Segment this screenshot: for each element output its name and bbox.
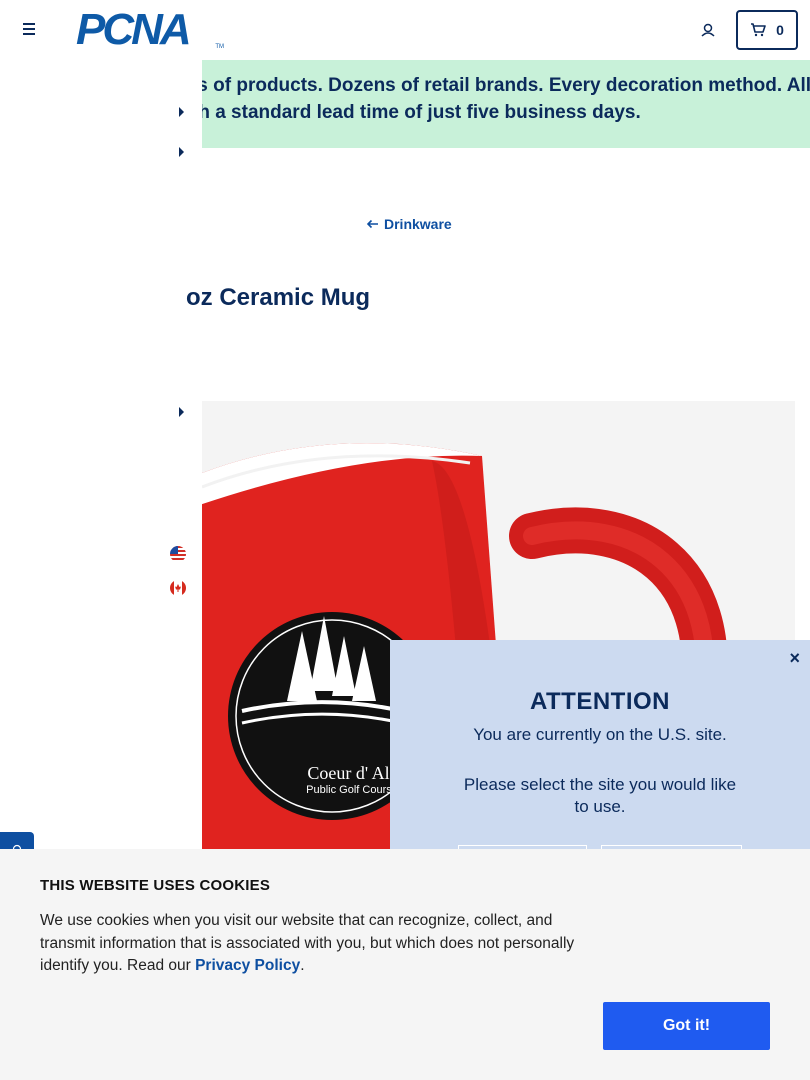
modal-current-site-text: You are currently on the U.S. site. [473, 725, 727, 744]
cart-icon [751, 23, 766, 37]
modal-instruction-text: Please select the site you would like to… [463, 775, 737, 816]
logo-text: PCNA [76, 5, 192, 54]
cart-count: 0 [776, 22, 784, 38]
cookie-title: THIS WEBSITE USES COOKIES [40, 877, 271, 894]
caret-right-icon[interactable] [179, 407, 184, 417]
cookie-body: We use cookies when you visit our websit… [40, 910, 600, 978]
cookie-body-text: We use cookies when you visit our websit… [40, 912, 575, 974]
hamburger-menu-icon[interactable] [18, 20, 40, 40]
canada-flag-icon[interactable] [170, 580, 186, 596]
logo-trademark: TM [215, 44, 224, 50]
cookie-body-period: . [300, 957, 305, 974]
product-title: oz Ceramic Mug [186, 284, 371, 311]
accept-cookies-button[interactable]: Got it! [603, 1002, 770, 1050]
arrow-left-icon [366, 219, 378, 229]
account-icon[interactable] [698, 20, 718, 40]
cart-button[interactable]: 0 [736, 10, 798, 50]
promo-banner: ls of products. Dozens of retail brands.… [202, 60, 810, 148]
site-selection-modal: × ATTENTION You are currently on the U.S… [390, 640, 810, 885]
back-link-label: Drinkware [384, 216, 452, 232]
caret-right-icon[interactable] [179, 147, 184, 157]
back-to-category-link[interactable]: Drinkware [366, 216, 452, 232]
us-flag-icon[interactable] [170, 546, 186, 562]
page: PCNA TM 0 ls of products. Dozens of reta… [0, 0, 810, 1080]
caret-right-icon[interactable] [179, 107, 184, 117]
cookie-consent-banner: THIS WEBSITE USES COOKIES We use cookies… [0, 849, 810, 1080]
modal-title: ATTENTION [529, 688, 671, 715]
privacy-policy-link[interactable]: Privacy Policy [195, 957, 300, 974]
site-header: PCNA TM 0 [0, 0, 810, 60]
close-icon[interactable]: × [789, 649, 800, 667]
pcna-logo[interactable]: PCNA TM [76, 8, 226, 52]
banner-line-1: ls of products. Dozens of retail brands.… [202, 75, 810, 96]
mug-imprint-subtitle: Public Golf Course [306, 784, 398, 796]
banner-line-2: th a standard lead time of just five bus… [202, 102, 641, 123]
